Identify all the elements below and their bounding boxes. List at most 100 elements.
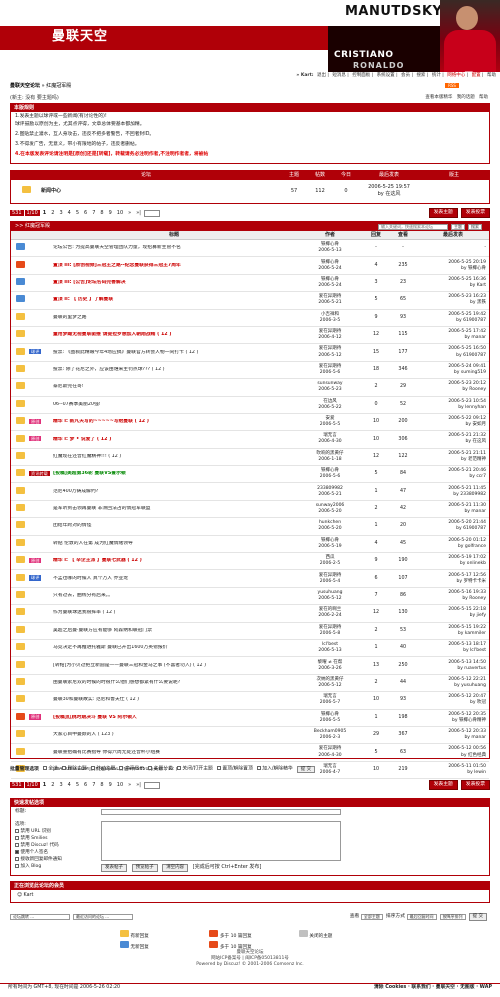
thread-row[interactable]: 范尼400万铸成解约? 233809982 2006-5-21 1 47 2006-5-2… [11, 483, 489, 501]
thread-last-post[interactable]: 2006-5-12 22:21 by yusuhuang [417, 677, 489, 689]
radio-icon[interactable] [216, 766, 221, 771]
thread-title[interactable]: 不孟也哪的时候人 真个万人 乔亚龙 [51, 576, 297, 582]
thread-last-post[interactable]: 2006-5-23 20:12 by Rooney [417, 381, 489, 393]
pager-next[interactable]: » [126, 782, 133, 788]
radio-icon[interactable] [176, 766, 181, 771]
admin-option[interactable]: 高亮显示 [119, 766, 144, 772]
subforum-name[interactable]: 新闻中心 [41, 188, 281, 194]
thread-row[interactable]: 原创 [投稿]红桃时期决斗 曼联 VS 阿尔顿人 铁椰心骨 2006-5-5 1 198 2… [11, 710, 489, 727]
thread-author[interactable]: 爱在异期待 2006-4-30 [297, 746, 363, 758]
search-scope-select[interactable]: 主题 [451, 223, 465, 230]
thread-title[interactable]: 精华 I: 梦 • 说爱了 ( 12 ) [51, 437, 297, 443]
post-button[interactable]: 发表帖子 [101, 864, 127, 872]
admin-option[interactable]: 删除主题 [61, 766, 87, 772]
thread-row[interactable]: 置顶 III: [公告]论坛名码完善解决 铁椰心骨 2006-5-24 3 23 2006… [11, 275, 489, 293]
clear-button[interactable]: 清空内容 [162, 864, 189, 872]
thread-title[interactable]: 范尼400万铸成解约? [51, 489, 297, 495]
quick-option[interactable]: 禁用 Discuz! 代码 [15, 842, 62, 849]
thread-tag[interactable]: 原创 [29, 557, 42, 564]
thread-title[interactable]: [投稿]美超第36轮 曼联VS查尔顿 [51, 471, 297, 477]
thread-row[interactable]: 球评 投票: 《图叙此精眼今年4场应搞》曼联官方转会人物一同打卡 ( 12 ) 爱在… [11, 344, 489, 362]
thread-last-post[interactable]: 2006-5-15 22:18 by jiefy [417, 607, 489, 619]
thread-author[interactable]: 铁椰心骨 2006-5-13 [297, 242, 363, 254]
thread-row[interactable]: 只有过去，曲线分有后来。。 yusuhuang 2006-5-12 7 86 2006-5… [11, 588, 489, 606]
checkbox-icon[interactable] [15, 835, 19, 840]
radio-icon[interactable] [256, 766, 261, 771]
thread-author[interactable]: 铁椰心骨 2006-5-5 [297, 712, 363, 724]
breadcrumb-site[interactable]: 曼联天空论坛 [10, 83, 40, 89]
quick-option[interactable]: 禁用 Smilies [15, 835, 62, 842]
thread-author[interactable]: 在边风 2006-5-22 [297, 399, 363, 411]
thread-author[interactable]: 爱在异期待 2006-5-21 [297, 294, 363, 306]
thread-last-post[interactable]: 2006-5-25 16:36 by Kart [417, 277, 489, 289]
pager-last[interactable]: »| [134, 782, 143, 788]
thread-title[interactable]: 论坛公告: 为提高曼联天空管理团队力量，现招募新主管不名 [51, 245, 297, 251]
thread-author[interactable]: 铁椰心骨 2006-5-19 [297, 538, 363, 550]
thread-last-post[interactable]: 2006-5-17 12:56 by 罗特卡卡米 [417, 573, 489, 585]
view-select[interactable]: 全部主题 [360, 914, 383, 920]
thread-last-post[interactable]: 2006-5-25 17:42 by manar [417, 329, 489, 341]
thread-row[interactable]: 原创 精华 I: 新凡天写的~~~~~写给曼联 ( 12 ) 安爱 2006-5-5 1… [11, 414, 489, 432]
forum-jump-select[interactable]: 论坛跳转 ... [10, 914, 70, 920]
thread-author[interactable]: 西瓜 2006-2-5 [297, 555, 363, 567]
thread-last-post[interactable]: 2006-5-16 19:33 by Rooney [417, 590, 489, 602]
thread-row[interactable]: 曼联的里梦之路 小吉祥和 2006-3-5 9 93 2006-5-25 19:42 by … [11, 310, 489, 327]
pager-page[interactable]: 1 [41, 210, 48, 216]
thread-row[interactable]: 曼联重拾确有比赛指导 你得六周无处还曾杯小组赛 爱在异期待 2006-4-30 5 63… [11, 744, 489, 762]
subforum-lastpost[interactable]: 2006-5-25 19:57 by 在这风 [359, 184, 419, 198]
thread-row[interactable]: 论坛公告: 为提高曼联天空管理团队力量，现招募新主管不名 铁椰心骨 2006-5-1… [11, 240, 489, 258]
thread-title[interactable]: [转帖]为小贝过把立新圆是——曼联三冠和金马之事 (不喜者勿入) ( 12 ) [51, 663, 297, 669]
thread-author[interactable]: sunsunway 2006-5-23 [297, 381, 363, 393]
thread-last-post[interactable]: 2006-5-22 09:12 by 安如月 [417, 416, 489, 428]
thread-row[interactable]: 由曼联索尼双的时候的时很什么他们感想都紧有什么要说呢? 次纳的黑黄仔 2006-5-… [11, 675, 489, 693]
thread-title[interactable]: 转贴 伦敦的人在第 成为红魔情绪领导 [51, 541, 297, 547]
thread-last-post[interactable]: 2006-5-25 20:19 by 铁椰心骨 [417, 260, 489, 272]
thread-title[interactable]: 只有过去，曲线分有后来。。 [51, 593, 297, 599]
admin-option[interactable]: 移动主题 [90, 766, 115, 772]
thread-title[interactable]: 投票: 《图叙此精眼今年4场应搞》曼联官方转会人物一同打卡 ( 12 ) [51, 350, 297, 356]
thread-last-post[interactable]: 2006-5-24 09:41 by suming519 [417, 364, 489, 376]
thread-author[interactable]: 瑞无言 2006-4-30 [297, 433, 363, 445]
thread-last-post[interactable]: 2006-5-15 19:22 by kammiler [417, 625, 489, 637]
thread-author[interactable]: lcl'best 2006-5-13 [297, 642, 363, 654]
thread-author[interactable]: 爱在异期待 2006-5-4 [297, 573, 363, 585]
pager-page[interactable]: 3 [57, 210, 64, 216]
new-topic-button[interactable]: 发表主题 [428, 780, 458, 790]
thread-row[interactable]: 泰尼斯完在哥! sunsunway 2006-5-23 2 29 2006-5-23 20… [11, 379, 489, 397]
top-nav-item[interactable]: 统计 [432, 73, 441, 78]
checkbox-icon[interactable] [42, 766, 47, 771]
thread-row[interactable]: 红魔现在还曾红魔精神!!! ( 12 ) 吹响的黑黄仔 2006-1-18 12 122… [11, 449, 489, 467]
thread-author[interactable]: 黎曜 ≠ 在帮 2006-3-26 [297, 660, 363, 672]
new-poll-button[interactable]: 发表投票 [460, 208, 490, 218]
thread-tag[interactable]: 原创 [29, 714, 42, 720]
pager-page[interactable]: 5 [74, 210, 81, 216]
thread-last-post[interactable]: 2006-5-23 10:54 by lennyhan [417, 399, 489, 411]
thread-title[interactable]: 曼联的里梦之路 [51, 315, 297, 321]
pager-page[interactable]: 6 [82, 210, 89, 216]
thread-row[interactable]: 转贴 伦敦的人在第 成为红魔情绪领导 铁椰心骨 2006-5-19 4 45 2006-5… [11, 536, 489, 554]
thread-title[interactable]: 作为曼联球迷我很挥率 ( 12 ) [51, 610, 297, 616]
pager-page[interactable]: 2 [49, 210, 56, 216]
top-nav-item[interactable]: 系统设置 [377, 73, 395, 78]
online-user[interactable]: Kart [24, 893, 34, 898]
new-poll-button[interactable]: 发表投票 [460, 780, 490, 790]
thread-last-post[interactable]: 2006-5-12 20:47 by 吹冠 [417, 694, 489, 706]
thread-title[interactable]: [投稿]红桃时期决斗 曼联 VS 阿尔顿人 [51, 715, 297, 721]
checkbox-icon[interactable] [15, 856, 19, 861]
pager-last[interactable]: »| [134, 210, 143, 216]
help-link[interactable]: 帮助 [479, 95, 488, 100]
admin-option[interactable]: 关闭/打开主题 [176, 766, 213, 772]
pager-page[interactable]: 7 [90, 782, 97, 788]
quick-option[interactable]: 禁用 URL 识别 [15, 828, 62, 835]
checkbox-icon[interactable] [15, 863, 19, 868]
quick-option[interactable]: 接收新回复邮件通知 [15, 856, 62, 863]
thread-last-post[interactable]: 2006-5-12 20:33 by manar [417, 729, 489, 741]
thread-author[interactable]: 铁椰心骨 2006-5-24 [297, 277, 363, 289]
pager-jump-input[interactable] [143, 209, 160, 217]
pager-page[interactable]: 1 [41, 782, 48, 788]
thread-author[interactable]: 瑞无言 2006-5-7 [297, 694, 363, 706]
thread-tag[interactable]: 球评 [29, 349, 42, 355]
order-select[interactable]: 最后回复时间 [406, 914, 437, 920]
admin-option[interactable]: 加入/解除精华 [256, 766, 293, 772]
thread-last-post[interactable]: 2006-5-21 11:45 by 233809982 [417, 486, 489, 498]
